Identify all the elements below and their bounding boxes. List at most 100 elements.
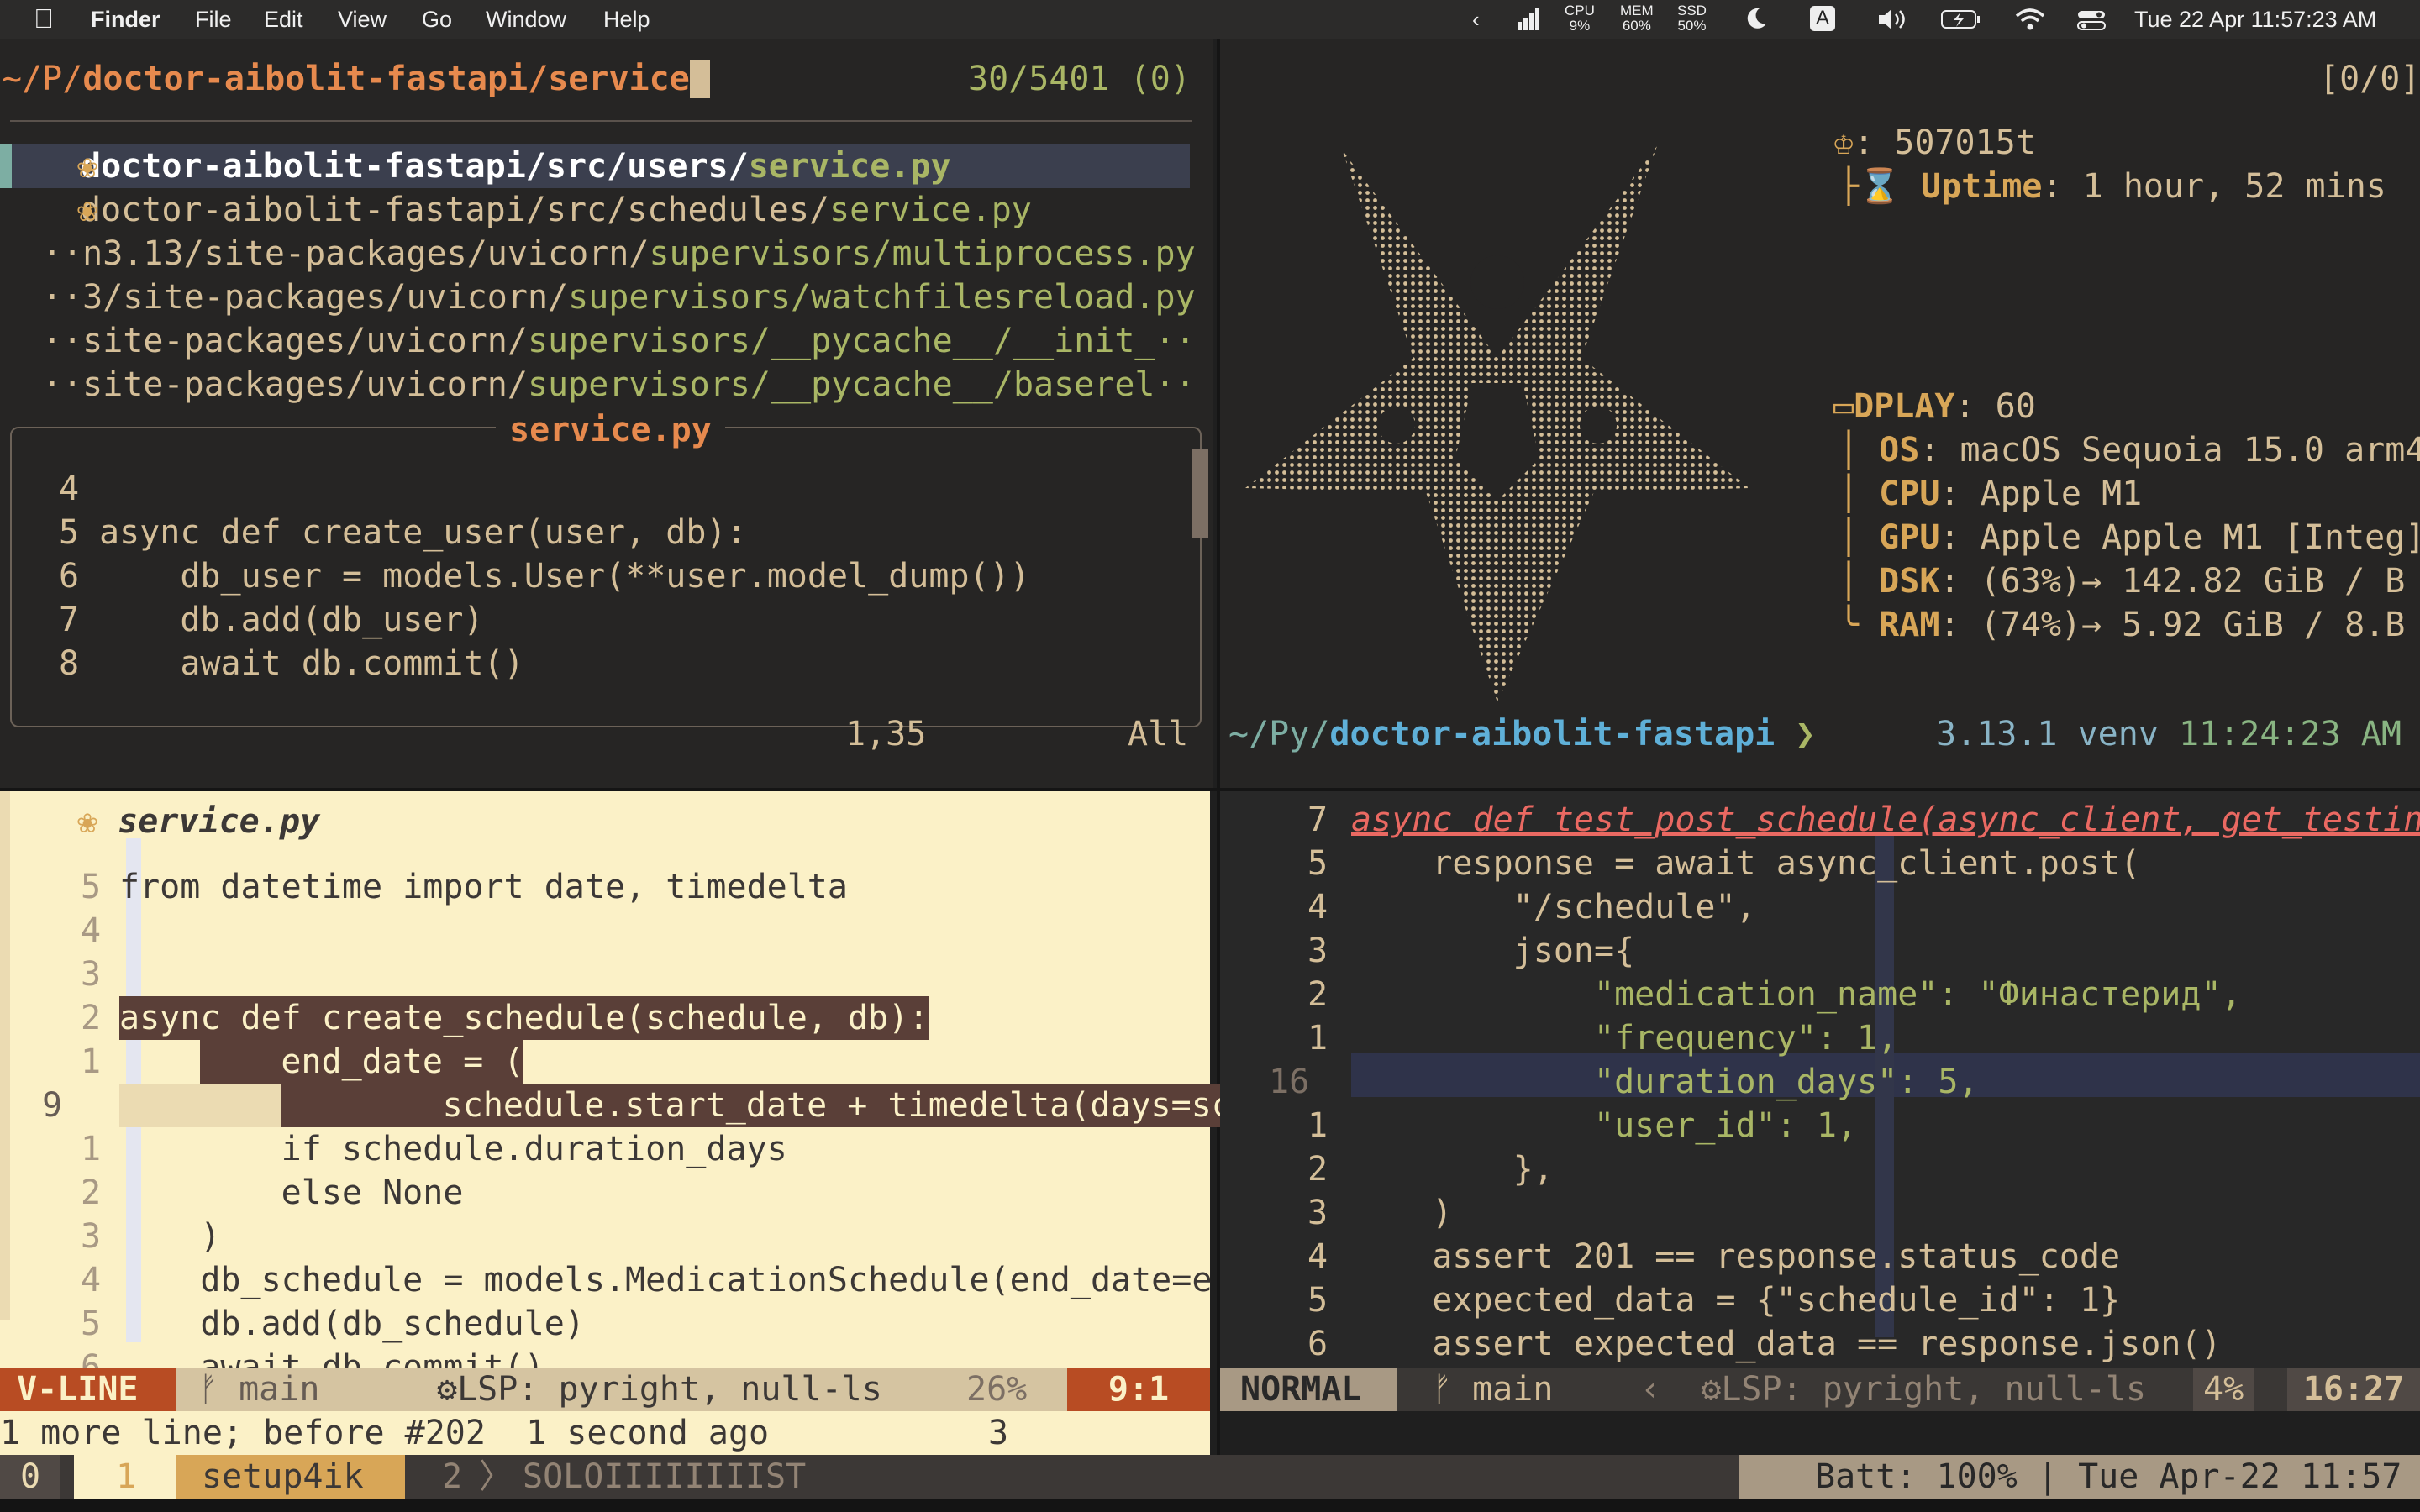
preview-code: async def create_user(user, db): [99,513,747,552]
code-line[interactable]: assert 201 == response.status_code [1351,1235,2120,1278]
shell-prompt[interactable]: ~/Py/doctor-aibolit-fastapi ❯ [1228,712,1815,756]
info-line: │ DSK: (63%)→ 142.82 GiB / B [1839,559,2405,603]
tree-branch: │ [1839,518,1880,557]
finder-result[interactable]: ❀ doctor-aibolit-fastapi/src/schedules/se… [77,188,1032,232]
tmux-window-2-name[interactable]: SOLOIIIIIIIIST [523,1455,806,1499]
finder-pane[interactable]: ~/P/doctor-aibolit-fastapi/service 30/54… [0,39,1213,791]
winbar: ❀ service.py [77,800,320,843]
wifi-icon[interactable] [2015,8,2045,37]
result-match: supervisors/__pycache__/baserel·· [527,365,1196,404]
tree-branch: │ [1839,431,1880,470]
menu-edit[interactable]: Edit [264,7,303,33]
code-line[interactable]: json={ [1351,929,1635,973]
line-number: 16 [1269,1063,1310,1101]
tmux-session[interactable]: 0 [0,1455,60,1499]
mem-stat[interactable]: MEM 60% [1620,3,1654,34]
prompt-prefix: ~/Py/ [1228,715,1330,753]
winbar-filename: service.py [118,802,321,841]
editor-right[interactable]: 7 async def test_post_schedule(async_clie… [1220,791,2420,1455]
code-line[interactable]: end_date = ( [200,1040,524,1084]
moon-icon[interactable] [1744,7,1768,36]
code-line[interactable]: from datetime import date, timedelta [119,865,848,909]
code-line[interactable]: }, [1351,1147,1554,1191]
line-number: 4 [1307,1237,1328,1276]
crown-icon: ♔ [1833,123,1854,162]
preview-code: db.add(db_user) [99,601,484,639]
speaker-icon[interactable] [1877,8,1911,36]
gear-icon: ⚙ [1701,1370,1722,1409]
ssd-stat[interactable]: SSD 50% [1677,3,1707,34]
fetch-pane[interactable]: [0/0] ♔: 507015t ├⌛ Uptime: 1 hour, 52 m… [1220,39,2420,791]
info-value: : Apple Apple M1 [Integ] [1939,518,2420,557]
menu-help[interactable]: Help [603,7,650,33]
prompt-path: doctor-aibolit-fastapi [1329,715,1776,753]
code-line[interactable]: assert expected_data == response.json() [1351,1322,2221,1366]
finder-query[interactable]: doctor-aibolit-fastapi/service [82,60,689,98]
line-number: 2 [1307,975,1328,1014]
menu-app-name[interactable]: Finder [91,7,160,33]
mode-indicator: NORMAL [1220,1368,1397,1411]
input-source-badge[interactable]: A [1810,6,1835,31]
code-line[interactable]: if schedule.duration_days [119,1127,787,1171]
result-path: doctor-aibolit-fastapi/src/schedules/ [81,191,830,229]
code-line[interactable]: "/schedule", [1351,885,1756,929]
window-bottom-edge [0,1499,2420,1512]
chevron-left-icon[interactable]: ‹ [1472,7,1480,33]
branch-name: main [1472,1370,1554,1409]
code-line[interactable]: ) [119,1215,220,1258]
code-line[interactable]: ) [1351,1191,1452,1235]
statusline-right: NORMAL ᚠ main ‹ ⚙LSP: pyright, null-ls 4… [1220,1368,2420,1411]
finder-result[interactable]: ··3/site-packages/uvicorn/supervisors/wa… [42,276,1196,319]
file-percent: 4% [2193,1368,2254,1411]
editor-left[interactable]: ❀ service.py 5 from datetime import date,… [0,791,1374,1455]
finder-result[interactable]: ··n3.13/site-packages/uvicorn/supervisor… [42,232,1196,276]
line-number: 1 [1307,1106,1328,1145]
info-label: OS [1879,431,1920,470]
code-line[interactable]: "medication_name": "Финастерид", [1351,973,2242,1016]
code-line[interactable]: db_schedule = models.MedicationSchedule(… [119,1258,1212,1302]
info-label: GPU [1879,518,1940,557]
signal-bars-icon[interactable] [1518,8,1539,36]
finder-result[interactable]: ··site-packages/uvicorn/supervisors/__py… [42,363,1196,407]
code-line[interactable]: schedule.start_date + timedelta(days=sch… [281,1084,1374,1127]
menu-go[interactable]: Go [422,7,452,33]
menu-view[interactable]: View [338,7,387,33]
info-dplay: ▭DPLAY: 60 [1833,385,2036,428]
code-line[interactable]: "user_id": 1, [1351,1104,1857,1147]
lsp-text: LSP: pyright, null-ls [1721,1370,2147,1409]
finder-result[interactable]: ··site-packages/uvicorn/supervisors/__py… [42,319,1196,363]
branch-icon: ᚠ [1432,1370,1452,1409]
menu-window[interactable]: Window [486,7,566,33]
code-line[interactable]: response = await async_client.post( [1351,842,2140,885]
preview-code: await db.commit() [99,644,524,683]
code-line[interactable]: db.add(db_schedule) [119,1302,585,1346]
code-line[interactable]: "duration_days": 5, [1351,1060,1979,1104]
menu-file[interactable]: File [195,7,232,33]
code-line[interactable]: "frequency": 1, [1351,1016,1897,1060]
apple-icon[interactable]:  [34,3,54,34]
info-value: : (63%)→ 142.82 GiB / B [1939,562,2406,601]
control-center-icon[interactable] [2077,9,2106,37]
battery-icon[interactable] [1941,9,1981,35]
branch: ᚠ main [198,1368,319,1411]
tmux-window-index[interactable]: 1 [74,1455,176,1499]
line-number: 6 [1307,1325,1328,1363]
line-number: 3 [81,955,102,994]
tmux-status-right: Batt: 100% | Tue Apr-22 11:57 [1739,1455,2420,1499]
menu-clock[interactable]: Tue 22 Apr 11:57:23 AM [2134,7,2376,33]
code-line[interactable]: expected_data = {"schedule_id": 1} [1351,1278,2120,1322]
match-count: 30/5401 (0) [968,60,1191,98]
cpu-stat[interactable]: CPU 9% [1565,3,1595,34]
preview-scrollbar[interactable] [1192,449,1208,538]
code-line[interactable]: async def test_post_schedule(async_clien… [1351,798,2420,842]
line-number: 4 [81,911,102,950]
code-line[interactable]: async def create_schedule(schedule, db): [119,996,929,1040]
finder-prompt[interactable]: ~/P/doctor-aibolit-fastapi/service [2,57,710,101]
tmux-window-name[interactable]: setup4ik [176,1455,405,1499]
tmux-window-2-index[interactable]: 2 [442,1455,462,1499]
finder-result[interactable]: ❀ doctor-aibolit-fastapi/src/users/servic… [77,144,951,188]
result-match: supervisors/__pycache__/__init_·· [527,322,1196,360]
line-number: 4 [81,1261,102,1299]
code-line[interactable]: else None [119,1171,464,1215]
prompt-time: 11:24:23 AM [2179,715,2402,753]
